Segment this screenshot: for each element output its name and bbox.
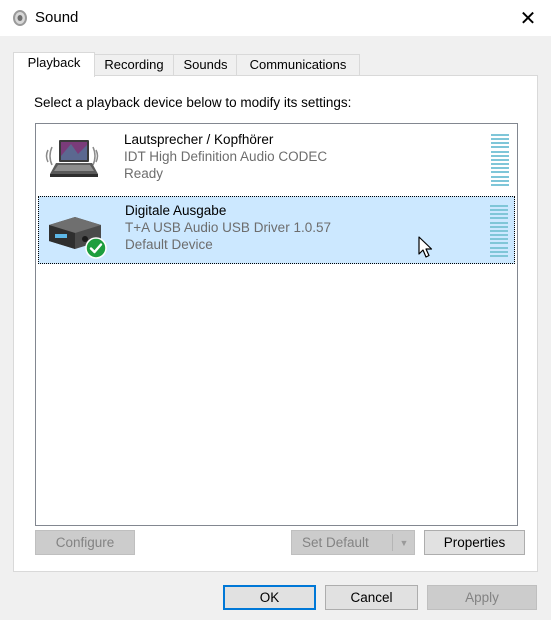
set-default-label: Set Default	[302, 535, 369, 550]
configure-button[interactable]: Configure	[35, 530, 135, 555]
checkmark-icon	[85, 237, 107, 259]
chevron-down-icon[interactable]: ▼	[396, 533, 412, 552]
tab-playback[interactable]: Playback	[13, 52, 95, 77]
instruction-text: Select a playback device below to modify…	[34, 95, 352, 110]
tab-sounds[interactable]: Sounds	[173, 54, 238, 76]
set-default-button[interactable]: Set Default ▼	[291, 530, 415, 555]
split-divider	[392, 534, 393, 551]
device-item-lautsprecher[interactable]: Lautsprecher / Kopfhörer IDT High Defini…	[38, 126, 515, 194]
volume-meter	[491, 134, 509, 186]
device-name: Lautsprecher / Kopfhörer	[124, 132, 274, 147]
volume-meter	[490, 205, 508, 257]
speaker-icon	[13, 10, 27, 26]
ok-button[interactable]: OK	[223, 585, 316, 610]
tab-recording[interactable]: Recording	[93, 54, 175, 76]
mouse-cursor-icon	[418, 236, 433, 258]
device-item-digitale-ausgabe[interactable]: Digitale Ausgabe T+A USB Audio USB Drive…	[38, 196, 515, 264]
close-button[interactable]: ✕	[505, 0, 551, 36]
device-status: Default Device	[125, 237, 213, 252]
device-status: Ready	[124, 166, 164, 181]
playback-panel: Select a playback device below to modify…	[13, 75, 538, 572]
cancel-button[interactable]: Cancel	[325, 585, 418, 610]
close-icon: ✕	[519, 7, 537, 30]
laptop-speaker-icon	[45, 140, 99, 177]
apply-button[interactable]: Apply	[427, 585, 537, 610]
device-list: Lautsprecher / Kopfhörer IDT High Defini…	[35, 123, 518, 526]
device-name: Digitale Ausgabe	[125, 203, 227, 218]
window-title: Sound	[35, 9, 79, 26]
tab-communications[interactable]: Communications	[236, 54, 360, 76]
device-driver: T+A USB Audio USB Driver 1.0.57	[125, 220, 331, 235]
title-bar: Sound ✕	[0, 0, 551, 36]
properties-button[interactable]: Properties	[424, 530, 525, 555]
device-driver: IDT High Definition Audio CODEC	[124, 149, 328, 164]
